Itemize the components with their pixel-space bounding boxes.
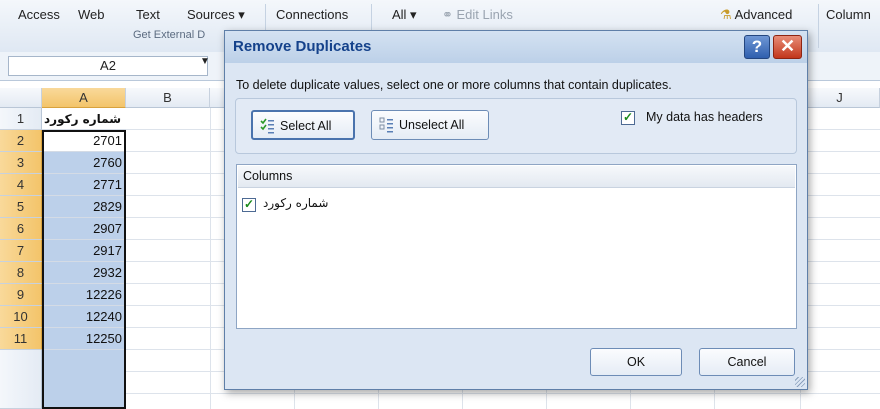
ribbon-advanced-label: Advanced — [734, 7, 793, 22]
my-data-has-headers-checkbox[interactable]: ✓ — [621, 111, 635, 125]
remove-duplicates-dialog: Remove Duplicates ? ✕ To delete duplicat… — [224, 30, 808, 390]
row-header[interactable]: 2 — [0, 130, 42, 152]
ribbon-edit-links-label: Edit Links — [456, 7, 513, 22]
ribbon-advanced[interactable]: ⚗ Advanced — [720, 7, 792, 23]
grid-line — [210, 108, 211, 409]
row-header[interactable]: 11 — [0, 328, 42, 350]
ok-button[interactable]: OK — [590, 348, 682, 376]
row-header[interactable]: 7 — [0, 240, 42, 262]
my-data-has-headers-label[interactable]: My data has headers — [646, 110, 763, 124]
checkmark-icon: ✓ — [243, 197, 255, 211]
ribbon-access[interactable]: Access — [18, 7, 60, 22]
ribbon-separator — [818, 4, 819, 48]
checklist-icon — [260, 118, 274, 134]
column-item-label[interactable]: شماره رکورد — [263, 196, 328, 210]
link-icon: ⚭ — [442, 7, 457, 22]
ribbon-web[interactable]: Web — [78, 7, 105, 22]
column-header-j[interactable]: J — [800, 88, 880, 108]
ribbon-refresh-all[interactable]: All ▾ — [392, 7, 417, 23]
row-header[interactable]: 1 — [0, 108, 42, 130]
dropdown-arrow-icon[interactable]: ▼ — [200, 56, 210, 67]
row-header[interactable]: 3 — [0, 152, 42, 174]
unselect-all-label: Unselect All — [399, 118, 465, 132]
ribbon-text[interactable]: Text — [136, 7, 160, 22]
checkmark-icon: ✓ — [622, 110, 634, 124]
row-header[interactable]: 10 — [0, 306, 42, 328]
row-header[interactable]: 8 — [0, 262, 42, 284]
cancel-button[interactable]: Cancel — [699, 348, 795, 376]
filter-icon: ⚗ — [720, 7, 735, 22]
select-all-button[interactable]: Select All — [251, 110, 355, 140]
selection-border — [42, 130, 126, 409]
resize-grip-icon[interactable] — [795, 377, 805, 387]
columns-list-header: Columns — [238, 166, 795, 188]
row-header-empty — [0, 350, 42, 409]
columns-list: Columns ✓ شماره رکورد — [236, 164, 797, 329]
column-checkbox[interactable]: ✓ — [242, 198, 256, 212]
column-header-a[interactable]: A — [42, 88, 126, 108]
ribbon-edit-links[interactable]: ⚭ Edit Links — [442, 7, 513, 23]
row-header[interactable]: 9 — [0, 284, 42, 306]
row-header[interactable]: 6 — [0, 218, 42, 240]
unselect-all-button[interactable]: Unselect All — [371, 110, 489, 140]
ribbon-text-to-columns[interactable]: Column — [826, 7, 871, 22]
ribbon-connections[interactable]: Connections — [276, 7, 348, 22]
help-button[interactable]: ? — [744, 35, 770, 59]
unchecklist-icon — [379, 117, 393, 133]
select-all-corner[interactable] — [0, 88, 42, 108]
dialog-titlebar[interactable]: Remove Duplicates ? ✕ — [225, 31, 807, 63]
dialog-title: Remove Duplicates — [233, 38, 372, 55]
dialog-instruction: To delete duplicate values, select one o… — [236, 78, 672, 92]
group-label-get-external-data: Get External D — [133, 29, 206, 41]
select-all-label: Select All — [280, 119, 332, 133]
column-header-b[interactable]: B — [126, 88, 210, 108]
name-box[interactable]: A2 — [8, 56, 208, 76]
ribbon-sources[interactable]: Sources ▾ — [187, 7, 245, 23]
close-button[interactable]: ✕ — [773, 35, 802, 59]
row-header[interactable]: 5 — [0, 196, 42, 218]
cell-a1[interactable]: شماره رکورد — [42, 108, 126, 130]
row-header[interactable]: 4 — [0, 174, 42, 196]
grid-line — [126, 393, 880, 394]
